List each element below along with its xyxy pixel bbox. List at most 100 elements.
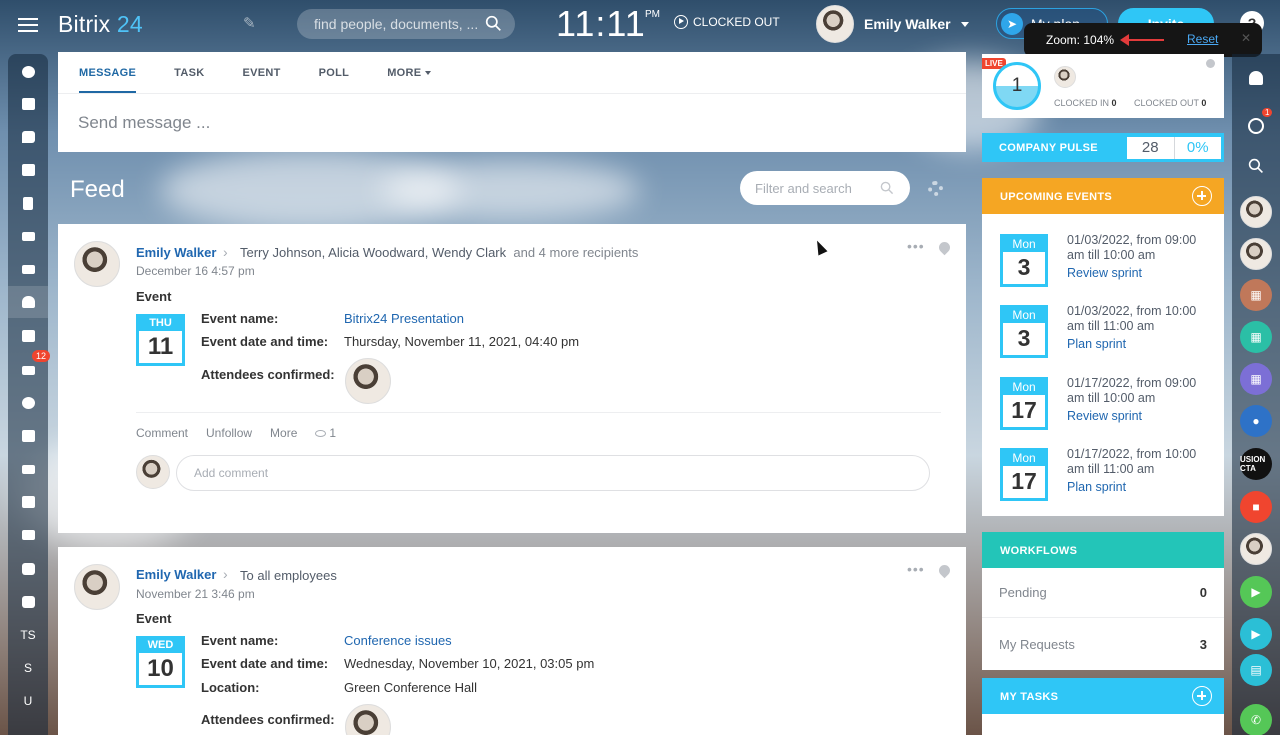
workflow-row-pending[interactable]: Pending 0 [982, 568, 1224, 618]
nav-item-tasks-icon[interactable] [8, 320, 48, 352]
video-call-icon[interactable]: ▶ [1240, 618, 1272, 650]
user-menu[interactable]: Emily Walker [816, 5, 969, 43]
red-arrow-annotation [1120, 34, 1164, 46]
calendar-chat-icon[interactable]: ▦ [1240, 279, 1272, 311]
nav-item-contact-card-icon[interactable] [8, 486, 48, 518]
help-icon[interactable] [1206, 59, 1215, 68]
event-title-link[interactable]: Review sprint [1067, 266, 1142, 280]
nav-item-sites-icon[interactable] [8, 56, 48, 88]
calendar-chat-icon[interactable]: ▦ [1240, 363, 1272, 395]
feed-post: Emily Walker › To all employees November… [58, 547, 966, 735]
event-title-link[interactable]: Plan sprint [1067, 480, 1126, 494]
tab-event[interactable]: EVENT [242, 52, 280, 93]
my-tasks-list [982, 714, 1224, 735]
post-author[interactable]: Emily Walker [136, 567, 216, 582]
event-name-link[interactable]: Bitrix24 Presentation [344, 311, 464, 326]
calendar-chat-icon[interactable]: ▦ [1240, 321, 1272, 353]
notifications-bell-icon[interactable] [1240, 62, 1272, 94]
post-recipients[interactable]: Terry Johnson, Alicia Woodward, Wendy Cl… [240, 245, 638, 260]
usion-cta-chat[interactable]: USION CTA [1240, 448, 1272, 480]
nav-item-calendar-icon[interactable] [8, 154, 48, 186]
unfollow-link[interactable]: Unfollow [206, 426, 252, 440]
contact-avatar[interactable] [1240, 533, 1272, 565]
messages-icon[interactable]: 1 [1240, 108, 1273, 142]
post-date[interactable]: December 16 4:57 pm [136, 264, 255, 278]
send-message-field[interactable]: Send message ... [78, 113, 210, 133]
avatar[interactable] [74, 241, 120, 287]
nav-item-window-icon[interactable] [8, 420, 48, 452]
more-link[interactable]: More [270, 426, 297, 440]
document-chat-icon[interactable]: ▤ [1240, 654, 1272, 686]
video-call-icon[interactable]: ▶ [1240, 576, 1272, 608]
more-dots-icon[interactable]: ••• [907, 238, 925, 254]
nav-item-sync-icon[interactable] [8, 519, 48, 551]
search-icon[interactable] [1240, 150, 1272, 182]
attendee-avatar[interactable] [345, 358, 391, 404]
nav-item-u[interactable]: U [8, 685, 48, 717]
event-title-link[interactable]: Plan sprint [1067, 337, 1126, 351]
event-name-link[interactable]: Conference issues [344, 633, 452, 648]
workflow-row-my-requests[interactable]: My Requests 3 [982, 619, 1224, 669]
more-recipients-link[interactable]: and 4 more recipients [513, 245, 638, 260]
pin-icon[interactable] [936, 239, 953, 256]
nav-item-workgroups-icon[interactable] [8, 286, 48, 318]
calendar-weekday: Mon [1003, 308, 1045, 323]
avatar[interactable] [1054, 66, 1076, 88]
post-recipients[interactable]: To all employees [240, 568, 337, 583]
nav-item-mail-icon[interactable] [8, 253, 48, 285]
event-name-label: Event name: [201, 633, 279, 648]
add-event-plus-icon[interactable] [1192, 186, 1212, 206]
hamburger-menu-icon[interactable] [14, 14, 42, 38]
nav-item-feed-icon[interactable] [8, 88, 48, 120]
nav-item-drive-icon[interactable] [8, 220, 48, 252]
add-comment-input[interactable] [176, 455, 930, 491]
post-date[interactable]: November 21 3:46 pm [136, 587, 255, 601]
tab-more[interactable]: MORE [387, 52, 432, 93]
my-tasks-header: MY TASKS [982, 678, 1224, 714]
event-datetime-value: Wednesday, November 10, 2021, 03:05 pm [344, 656, 595, 671]
nav-item-cart-icon[interactable] [8, 453, 48, 485]
event-title-link[interactable]: Review sprint [1067, 409, 1142, 423]
attendee-avatar[interactable] [345, 704, 391, 735]
pencil-icon[interactable]: ✎ [243, 14, 256, 32]
group-chat-icon[interactable]: ● [1240, 405, 1272, 437]
more-dots-icon[interactable]: ••• [907, 561, 925, 577]
nav-item-box2-icon[interactable] [8, 586, 48, 618]
tab-poll[interactable]: POLL [319, 52, 350, 93]
bitrix24-logo[interactable]: Bitrix 24 [58, 11, 143, 38]
search-icon[interactable] [880, 181, 894, 195]
nav-item-documents-icon[interactable] [8, 187, 48, 219]
nav-item-s[interactable]: S [8, 652, 48, 684]
search-icon[interactable] [485, 15, 502, 32]
nav-item-chat-icon[interactable] [8, 121, 48, 153]
lock-icon[interactable]: ■ [1240, 491, 1272, 523]
event-datetime-value: Thursday, November 11, 2021, 04:40 pm [344, 334, 580, 349]
zoom-reset-link[interactable]: Reset [1187, 32, 1218, 46]
work-time-widget[interactable]: LIVE 1 CLOCKED IN 0 CLOCKED OUT 0 [982, 54, 1224, 118]
tab-message[interactable]: MESSAGE [79, 52, 137, 93]
avatar[interactable] [74, 564, 120, 610]
gear-icon[interactable] [928, 181, 943, 196]
clock-time[interactable]: 11:11 [556, 3, 646, 45]
rocket-icon: ➤ [1001, 12, 1023, 35]
contact-avatar[interactable] [1240, 196, 1272, 228]
comment-link[interactable]: Comment [136, 426, 188, 440]
tab-task[interactable]: TASK [174, 52, 204, 93]
group-chat-avatar[interactable] [1240, 238, 1272, 270]
recipients-list[interactable]: Terry Johnson, Alicia Woodward, Wendy Cl… [240, 245, 506, 260]
clock-status-button[interactable]: CLOCKED OUT [674, 15, 780, 29]
nav-item-crm-icon[interactable]: 12 [8, 350, 51, 386]
close-icon[interactable]: ✕ [1241, 31, 1251, 45]
nav-item-target-icon[interactable] [8, 387, 48, 419]
calendar-day: 17 [1011, 468, 1037, 494]
event-when: 01/17/2022, from 10:00 am till 11:00 am [1067, 447, 1197, 476]
nav-item-ts[interactable]: TS [8, 619, 48, 651]
phone-icon[interactable]: ✆ [1240, 704, 1272, 735]
add-task-plus-icon[interactable] [1192, 686, 1212, 706]
nav-item-box-icon[interactable] [8, 553, 48, 585]
clocked-in-stat: CLOCKED IN 0 [1054, 98, 1117, 108]
pin-icon[interactable] [936, 562, 953, 579]
global-search-input[interactable] [297, 9, 515, 39]
post-author[interactable]: Emily Walker [136, 245, 216, 260]
user-name: Emily Walker [864, 16, 951, 32]
